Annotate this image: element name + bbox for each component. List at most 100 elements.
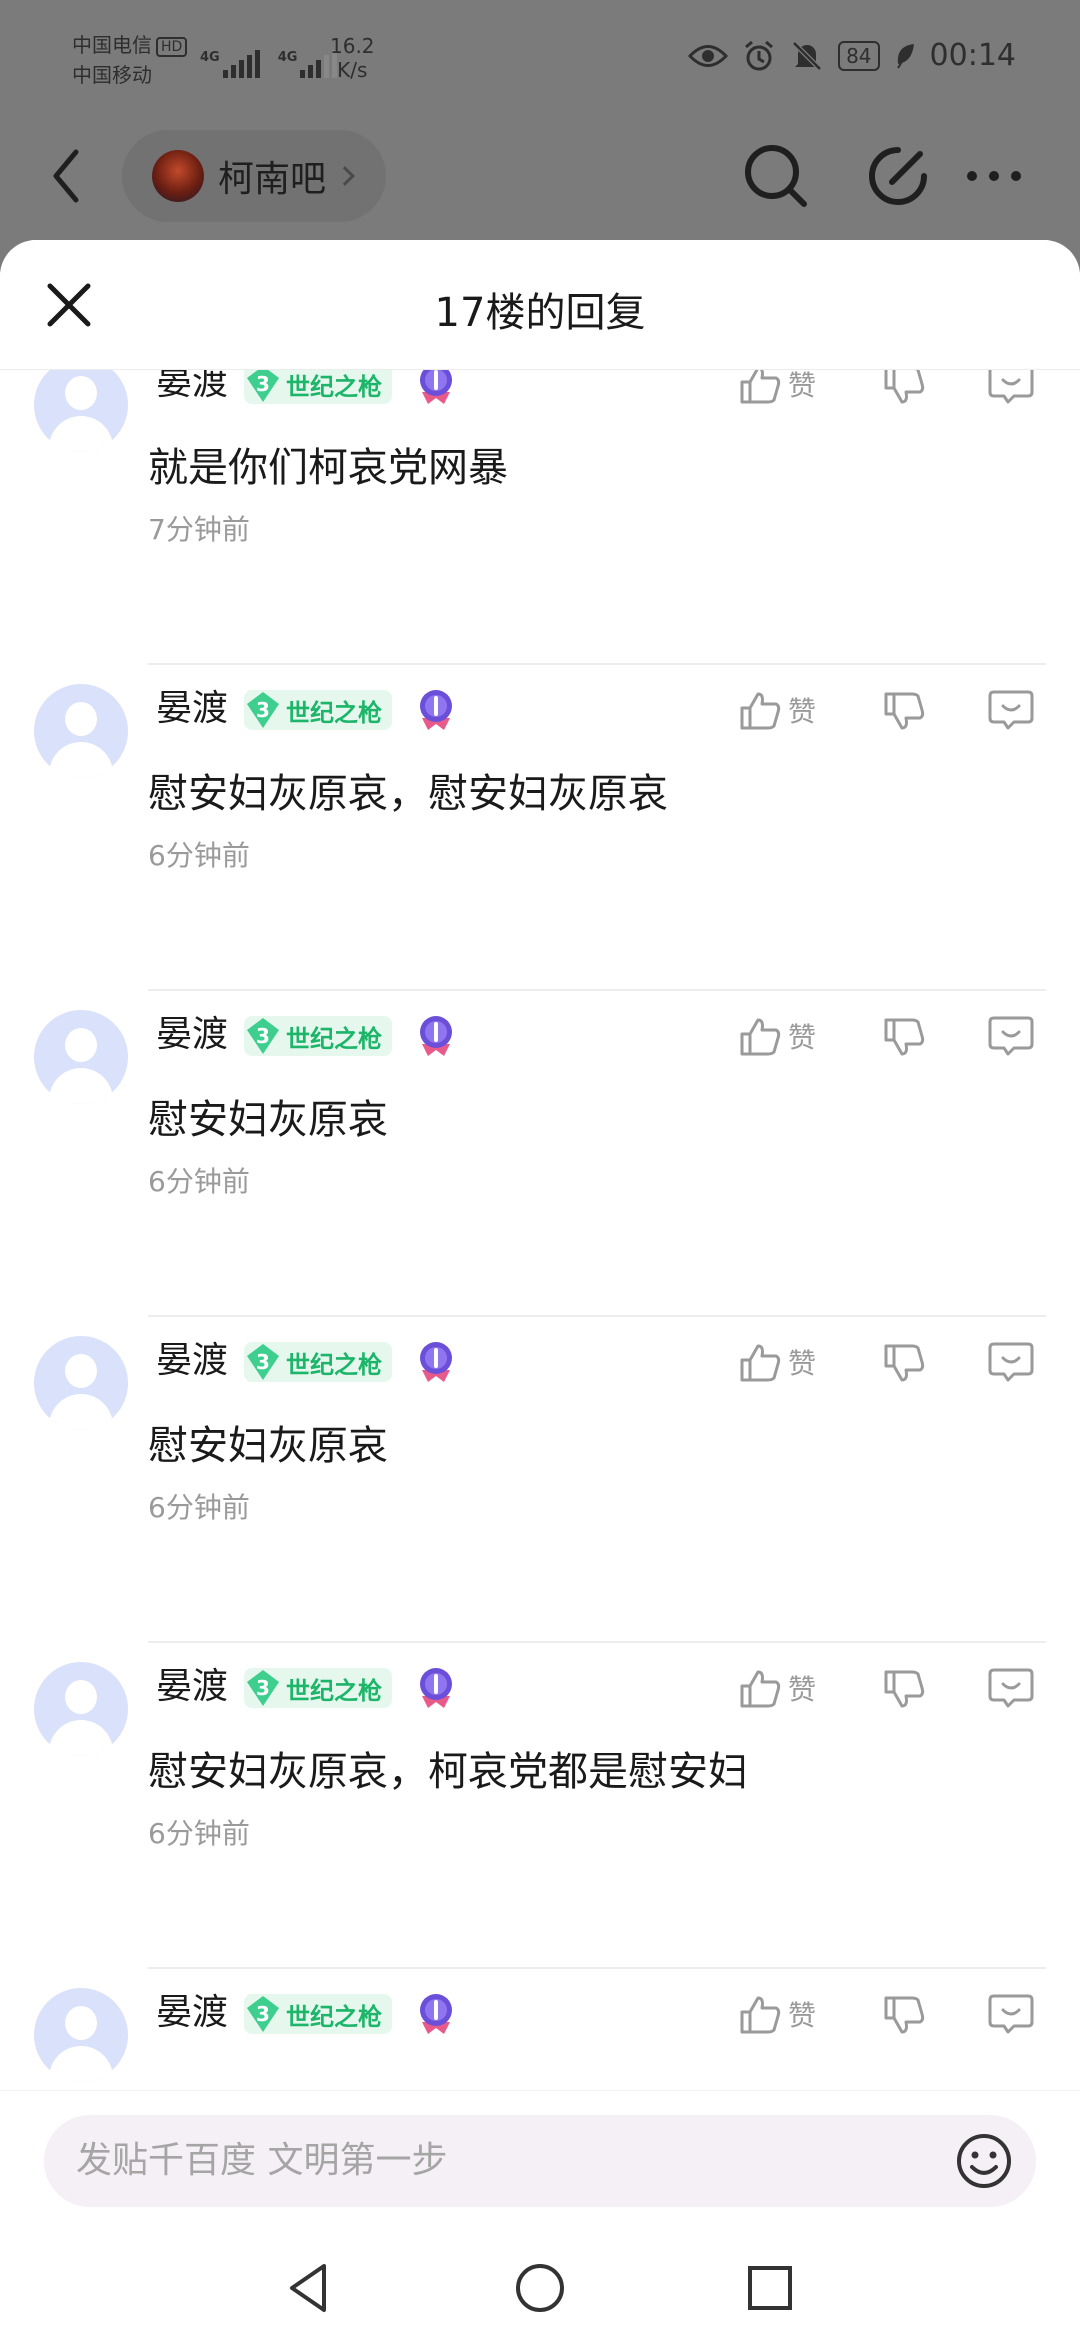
status-right: 84 00:14 xyxy=(688,38,1016,73)
reply-time: 6分钟前 xyxy=(148,1165,250,1198)
clock: 00:14 xyxy=(929,38,1016,73)
gem-icon: 3 xyxy=(244,1016,282,1056)
thumb-down-icon xyxy=(884,692,925,730)
reply-username[interactable]: 晏渡 xyxy=(156,370,228,408)
signal-indicators: 4G 4G xyxy=(200,38,338,78)
like-button[interactable]: 赞 xyxy=(738,688,816,732)
thumb-down-icon xyxy=(884,1670,925,1708)
gem-icon: 3 xyxy=(244,690,282,730)
dislike-button[interactable] xyxy=(882,1016,926,1060)
thumb-down-icon xyxy=(884,1018,925,1056)
reply-button[interactable] xyxy=(988,1340,1034,1384)
emoji-icon[interactable] xyxy=(954,2131,1014,2191)
level-number: 3 xyxy=(256,1676,270,1700)
comment-icon xyxy=(988,690,1034,730)
reply-username[interactable]: 晏渡 xyxy=(156,684,228,734)
level-badge: 3 世纪之枪 xyxy=(244,1342,392,1382)
like-button[interactable]: 赞 xyxy=(738,370,816,406)
badge-title: 世纪之枪 xyxy=(286,2002,382,2031)
signal-2-icon: 4G xyxy=(278,50,338,78)
thumb-down-icon xyxy=(884,1344,925,1382)
hd-badge: HD xyxy=(156,36,188,57)
like-button[interactable]: 赞 xyxy=(738,1666,816,1710)
avatar[interactable] xyxy=(34,1010,128,1104)
thumb-up-icon xyxy=(740,1344,781,1382)
search-icon[interactable] xyxy=(736,136,816,216)
avatar[interactable] xyxy=(34,684,128,778)
level-number: 3 xyxy=(256,1024,270,1048)
like-button[interactable]: 赞 xyxy=(738,1014,816,1058)
reply-button[interactable] xyxy=(988,1666,1034,1710)
badge-title: 世纪之枪 xyxy=(286,1676,382,1705)
eye-icon xyxy=(688,44,729,67)
avatar[interactable] xyxy=(34,370,128,452)
nav-home-icon[interactable] xyxy=(510,2258,570,2318)
comment-icon xyxy=(988,1668,1034,1708)
edit-icon[interactable] xyxy=(858,136,938,216)
level-badge: 3 世纪之枪 xyxy=(244,1994,392,2034)
chevron-right-icon xyxy=(335,166,355,186)
replies-sheet: 17楼的回复 晏渡 3 世纪之枪 赞 就是你们柯哀党网暴 7分钟前 晏渡 3 世… xyxy=(0,240,1080,2340)
dislike-button[interactable] xyxy=(882,1994,926,2038)
nav-back-icon[interactable] xyxy=(280,2258,340,2318)
dislike-button[interactable] xyxy=(882,370,926,408)
avatar[interactable] xyxy=(34,1336,128,1430)
thumb-up-icon xyxy=(740,370,781,404)
carrier-2: 中国移动 xyxy=(72,63,152,87)
gem-icon: 3 xyxy=(244,370,282,404)
like-button[interactable]: 赞 xyxy=(738,1992,816,2036)
thumb-down-icon xyxy=(884,1996,925,2034)
reply-time: 7分钟前 xyxy=(148,513,250,546)
like-button[interactable]: 赞 xyxy=(738,1340,816,1384)
more-icon[interactable] xyxy=(954,136,1034,216)
level-number: 3 xyxy=(256,2002,270,2026)
badge-title: 世纪之枪 xyxy=(286,698,382,727)
level-number: 3 xyxy=(256,1350,270,1374)
medal-icon xyxy=(420,1016,452,1056)
level-badge: 3 世纪之枪 xyxy=(244,1668,392,1708)
level-badge: 3 世纪之枪 xyxy=(244,690,392,730)
reply-list: 晏渡 3 世纪之枪 赞 就是你们柯哀党网暴 7分钟前 晏渡 3 世纪之枪 赞 慰… xyxy=(0,370,1080,2090)
reply-input[interactable]: 发贴千百度 文明第一步 xyxy=(44,2115,1036,2207)
forum-avatar xyxy=(152,150,204,202)
avatar[interactable] xyxy=(34,1662,128,1756)
sheet-header: 17楼的回复 xyxy=(0,240,1080,370)
reply-time: 6分钟前 xyxy=(148,1491,250,1524)
status-bar: 中国电信 HD 中国移动 4G 4G 16.2 K/s 84 00:14 xyxy=(0,0,1080,120)
reply-username[interactable]: 晏渡 xyxy=(156,1988,228,2038)
dislike-button[interactable] xyxy=(882,1342,926,1386)
reply-button[interactable] xyxy=(988,1992,1034,2036)
like-label: 赞 xyxy=(788,1021,817,1054)
medal-icon xyxy=(420,690,452,730)
carrier-1: 中国电信 xyxy=(72,33,152,57)
reply-username[interactable]: 晏渡 xyxy=(156,1010,228,1060)
medal-icon xyxy=(420,1342,452,1382)
comment-icon xyxy=(988,1994,1034,2034)
reply-button[interactable] xyxy=(988,370,1034,406)
comment-icon xyxy=(988,1342,1034,1382)
nav-recents-icon[interactable] xyxy=(740,2258,800,2318)
reply-item: 晏渡 3 世纪之枪 赞 慰安妇灰原哀 6分钟前 xyxy=(0,1316,1080,1643)
avatar[interactable] xyxy=(34,1988,128,2082)
network-speed: 16.2 K/s xyxy=(330,34,375,82)
top-nav: 柯南吧 xyxy=(0,120,1080,240)
dislike-button[interactable] xyxy=(882,690,926,734)
reply-input-placeholder: 发贴千百度 文明第一步 xyxy=(76,2140,448,2181)
gem-icon: 3 xyxy=(244,1668,282,1708)
reply-item: 晏渡 3 世纪之枪 赞 xyxy=(0,1968,1080,2090)
sheet-title: 17楼的回复 xyxy=(434,290,646,336)
level-badge: 3 世纪之枪 xyxy=(244,1016,392,1056)
dislike-button[interactable] xyxy=(882,1668,926,1712)
thumb-up-icon xyxy=(740,1670,781,1708)
reply-button[interactable] xyxy=(988,688,1034,732)
level-badge: 3 世纪之枪 xyxy=(244,370,392,404)
forum-pill[interactable]: 柯南吧 xyxy=(122,130,387,222)
reply-username[interactable]: 晏渡 xyxy=(156,1662,228,1712)
reply-content: 慰安妇灰原哀 xyxy=(148,1423,388,1469)
reply-button[interactable] xyxy=(988,1014,1034,1058)
back-icon[interactable] xyxy=(44,146,88,206)
signal-1-icon: 4G xyxy=(200,50,260,78)
medal-icon xyxy=(420,370,452,404)
like-label: 赞 xyxy=(788,1673,817,1706)
reply-username[interactable]: 晏渡 xyxy=(156,1336,228,1386)
